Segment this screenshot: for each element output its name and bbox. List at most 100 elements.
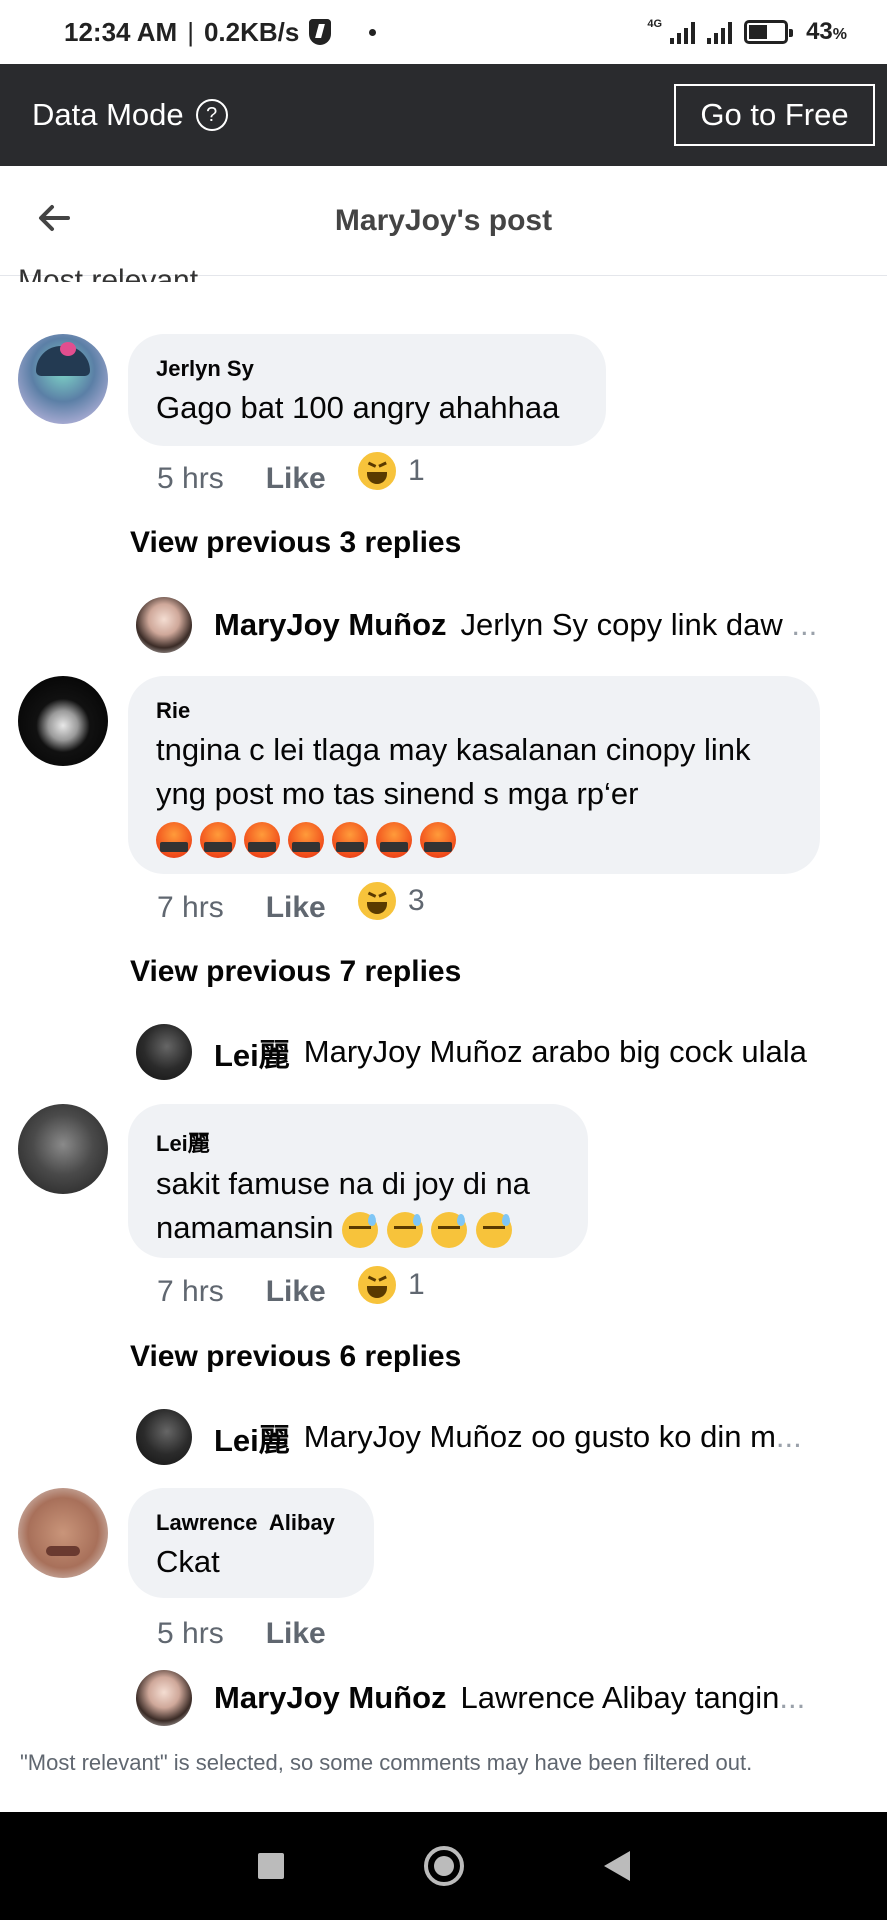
avatar[interactable] [18, 676, 108, 766]
like-button[interactable]: Like [266, 462, 326, 496]
status-separator: | [187, 16, 194, 47]
comment-bubble[interactable]: Jerlyn Sy Gago bat 100 angry ahahhaa [128, 334, 606, 446]
comment-time[interactable]: 5 hrs [157, 462, 224, 496]
avatar[interactable] [18, 1104, 108, 1194]
ellipsis: ... [779, 1680, 806, 1715]
reply-author[interactable]: Lei麗 [214, 1415, 290, 1460]
comment-meta: 5 hrs Like [157, 1617, 326, 1651]
view-previous-replies[interactable]: View previous 3 replies [130, 526, 461, 560]
reply-author[interactable]: MaryJoy Muñoz [214, 607, 447, 643]
reaction-count: 1 [408, 1268, 425, 1301]
comment-author[interactable]: Jerlyn Sy [156, 356, 578, 382]
haha-reaction-icon [356, 1264, 398, 1306]
back-arrow-icon[interactable] [36, 200, 72, 236]
reaction-count: 1 [408, 454, 425, 487]
comment-text-line: tngina c lei tlaga may kasalanan cinopy … [156, 732, 751, 767]
like-button[interactable]: Like [266, 1617, 326, 1651]
status-left: 12:34 AM | 0.2KB/s [64, 16, 377, 48]
comment-text: Ckat [156, 1544, 220, 1579]
avatar[interactable] [136, 597, 192, 653]
reply-author[interactable]: Lei麗 [214, 1030, 290, 1075]
battery-percent: 43% [806, 18, 847, 45]
sort-dropdown[interactable]: Most relevant ⌄ [18, 256, 235, 282]
comment-meta: 7 hrs Like [157, 891, 326, 925]
view-previous-replies[interactable]: View previous 7 replies [130, 955, 461, 989]
reply-preview[interactable]: Lei麗 MaryJoy Muñoz arabo big cock ulala [136, 1024, 876, 1080]
view-previous-replies[interactable]: View previous 6 replies [130, 1340, 461, 1374]
comment-time[interactable]: 7 hrs [157, 1275, 224, 1309]
comment-text-line: namamansin [156, 1206, 560, 1250]
reply-preview[interactable]: MaryJoy Muñoz Lawrence Alibay tangin... [136, 1670, 876, 1726]
angry-emoji-icon [420, 822, 456, 858]
avatar[interactable] [136, 1024, 192, 1080]
angry-emoji-icon [244, 822, 280, 858]
angry-emoji-icon [376, 822, 412, 858]
sad-emoji-icon [431, 1211, 468, 1248]
page-title: MaryJoy's post [334, 203, 553, 237]
angry-emoji-row [156, 822, 792, 858]
reaction-count: 3 [408, 884, 425, 917]
notification-dot-icon [369, 28, 377, 36]
angry-emoji-icon [156, 822, 192, 858]
comment-author[interactable]: Rie [156, 698, 792, 724]
reaction-summary[interactable]: 1 [356, 1264, 425, 1306]
chevron-down-icon: ⌄ [218, 273, 235, 282]
avatar[interactable] [18, 334, 108, 424]
signal-icon-2 [707, 20, 733, 44]
signal-icon [670, 20, 696, 44]
like-button[interactable]: Like [266, 1275, 326, 1309]
status-bar: 12:34 AM | 0.2KB/s 4G 43% [0, 0, 887, 64]
comment-text-line: yng post mo tas sinend s mga rp‘er [156, 776, 639, 811]
sort-label: Most relevant [18, 264, 199, 282]
ellipsis: ... [791, 607, 818, 642]
comment-meta: 7 hrs Like [157, 1275, 326, 1309]
comment-text-line: sakit famuse na di joy di na [156, 1166, 530, 1201]
comment-author[interactable]: Lei麗 [156, 1126, 560, 1158]
reply-text: MaryJoy Muñoz oo gusto ko din m... [303, 1419, 802, 1454]
status-right: 4G 43% [647, 18, 847, 46]
go-to-free-button[interactable]: Go to Free [674, 84, 875, 146]
status-time: 12:34 AM [64, 16, 178, 47]
data-mode-title: Data Mode [32, 97, 184, 132]
data-mode-bar: Data Mode ? Go to Free [0, 64, 887, 166]
angry-emoji-icon [332, 822, 368, 858]
shield-icon [309, 19, 332, 45]
reply-preview[interactable]: Lei麗 MaryJoy Muñoz oo gusto ko din m... [136, 1409, 876, 1465]
status-speed: 0.2KB/s [203, 16, 300, 47]
reaction-summary[interactable]: 1 [356, 450, 425, 492]
haha-reaction-icon [356, 450, 398, 492]
angry-emoji-icon [200, 822, 236, 858]
comment-meta: 5 hrs Like [157, 462, 326, 496]
reply-text: MaryJoy Muñoz arabo big cock ulala [303, 1034, 807, 1069]
system-nav-bar [0, 1812, 887, 1920]
back-triangle-icon[interactable] [603, 1851, 630, 1881]
comment-bubble[interactable]: Lei麗 sakit famuse na di joy di na namama… [128, 1104, 588, 1258]
ellipsis: ... [775, 1419, 802, 1454]
comment-bubble[interactable]: Lawrence Alibay Ckat [128, 1488, 374, 1598]
comment-text: Gago bat 100 angry ahahhaa [156, 390, 560, 425]
comment-bubble[interactable]: Rie tngina c lei tlaga may kasalanan cin… [128, 676, 820, 874]
reply-author[interactable]: MaryJoy Muñoz [214, 1680, 447, 1716]
sad-emoji-icon [386, 1211, 423, 1248]
comment-time[interactable]: 5 hrs [157, 1617, 224, 1651]
comment-time[interactable]: 7 hrs [157, 891, 224, 925]
like-button[interactable]: Like [266, 891, 326, 925]
reaction-summary[interactable]: 3 [356, 880, 425, 922]
sad-emoji-icon [475, 1211, 512, 1248]
recent-apps-icon[interactable] [257, 1853, 284, 1879]
reply-text: Jerlyn Sy copy link daw ... [460, 607, 818, 642]
home-icon[interactable] [423, 1846, 464, 1886]
filter-note: "Most relevant" is selected, so some com… [20, 1750, 753, 1775]
help-icon[interactable]: ? [195, 99, 228, 131]
haha-reaction-icon [356, 880, 398, 922]
reply-text: Lawrence Alibay tangin... [460, 1680, 806, 1715]
avatar[interactable] [136, 1409, 192, 1465]
battery-icon [744, 20, 794, 44]
angry-emoji-icon [288, 822, 324, 858]
comment-author[interactable]: Lawrence Alibay [156, 1510, 346, 1536]
avatar[interactable] [136, 1670, 192, 1726]
sad-emoji-icon [342, 1211, 379, 1248]
avatar[interactable] [18, 1488, 108, 1578]
network-type-label: 4G [647, 18, 663, 30]
reply-preview[interactable]: MaryJoy Muñoz Jerlyn Sy copy link daw ..… [136, 597, 876, 653]
